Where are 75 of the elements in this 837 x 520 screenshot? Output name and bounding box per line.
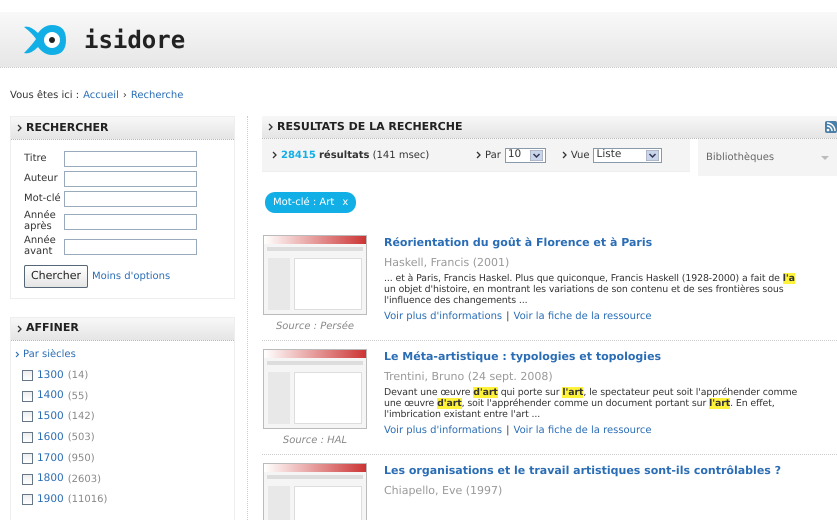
checkbox[interactable] — [22, 370, 33, 381]
breadcrumb-separator: › — [122, 88, 127, 102]
source-label: Source : HAL — [282, 434, 348, 448]
input-field[interactable] — [64, 214, 197, 230]
facet-link[interactable]: 1700 — [37, 450, 64, 466]
breadcrumb-link[interactable]: Recherche — [130, 88, 184, 102]
checkbox[interactable] — [22, 452, 33, 464]
facet-link[interactable]: 1500 — [37, 409, 64, 425]
search-button[interactable]: Chercher — [24, 265, 88, 288]
panel-title: RESULTATS DE LA RECHERCHE — [277, 118, 464, 135]
link-separator: | — [506, 310, 510, 324]
facet-link[interactable]: 1300 — [37, 368, 64, 384]
facet-link[interactable]: 1900 — [37, 492, 64, 508]
facet-link[interactable]: 1400 — [37, 388, 64, 404]
checkbox[interactable] — [22, 494, 33, 506]
chevron-icon — [17, 324, 22, 332]
select-label: Vue — [570, 148, 590, 162]
chevron-icon — [272, 151, 277, 159]
facet-count: (950) — [68, 452, 95, 466]
per-page-select[interactable]: 10 — [504, 148, 546, 162]
field-label: Auteur — [24, 174, 59, 184]
field-label: Mot-clé — [24, 194, 62, 204]
facet-count: (2603) — [68, 472, 101, 487]
input-field[interactable] — [64, 238, 197, 254]
dropdown-arrow-icon — [530, 150, 543, 160]
result-link[interactable]: Voir la fiche de la ressource — [514, 423, 652, 438]
dropdown-arrow-icon — [821, 156, 829, 160]
facet-count: (14) — [68, 368, 88, 383]
facet-count: (503) — [68, 431, 95, 446]
result-link[interactable]: Voir la fiche de la ressource — [514, 309, 652, 324]
facet-count: (11016) — [68, 493, 108, 508]
breadcrumb-link[interactable]: Accueil — [83, 88, 119, 102]
breadcrumb-label: Vous êtes ici : — [10, 88, 80, 102]
link-separator: | — [506, 424, 510, 438]
checkbox[interactable] — [22, 411, 33, 422]
facet-count: (142) — [68, 410, 95, 424]
dropdown-arrow-icon — [646, 150, 660, 160]
input-field[interactable] — [64, 171, 197, 187]
input-field[interactable] — [64, 151, 197, 167]
view-select[interactable]: Liste — [593, 148, 662, 162]
checkbox[interactable] — [22, 390, 33, 402]
libraries-dropdown[interactable]: Bibliothèques — [698, 139, 837, 176]
facet-link[interactable]: 1800 — [37, 471, 64, 487]
fish-logo-icon — [22, 22, 68, 56]
input-field[interactable] — [64, 191, 197, 207]
rss-icon — [825, 121, 837, 133]
chevron-icon — [15, 350, 19, 358]
checkbox[interactable] — [22, 432, 33, 444]
chevron-icon — [562, 151, 567, 159]
source-label: Source : Persée — [276, 320, 354, 334]
result-link[interactable]: Voir plus d'informations — [384, 423, 502, 438]
result-snippet: ... et à Paris, Francis Haskel. Plus que quiconque, Francis Haskell (1928-2000) a fait de l'a un objet d'histoire, en montrant les variations de son contenu et de ses frontières sous l'influence des changements ... — [384, 274, 795, 306]
facet-count: (55) — [68, 390, 88, 404]
result-title-link[interactable]: Les organisations et le travail artistiques sont-ils contrôlables ? — [384, 463, 782, 480]
result-author: Haskell, Francis (2001) — [384, 254, 510, 270]
field-label: Année avant — [24, 236, 57, 257]
field-label: Titre — [24, 154, 48, 164]
result-author: Trentini, Bruno (24 sept. 2008) — [384, 368, 554, 384]
result-title-link[interactable]: Réorientation du goût à Florence et à Paris — [384, 235, 795, 252]
facet-link[interactable]: 1600 — [37, 430, 64, 446]
result-count: 28415 résultats (141 msec) — [281, 148, 430, 162]
chevron-icon — [268, 123, 273, 131]
result-link[interactable]: Voir plus d'informations — [384, 309, 502, 324]
chevron-icon — [17, 124, 22, 132]
panel-title: RECHERCHER — [26, 120, 109, 136]
facet-group-link[interactable]: Par siècles — [23, 346, 76, 362]
logo-text: isidore — [84, 24, 186, 56]
options-link[interactable]: Moins d'options — [92, 268, 170, 284]
result-author: Chiapello, Eve (1997) — [384, 482, 504, 498]
panel-title: AFFINER — [26, 320, 79, 336]
field-label: Année après — [24, 211, 57, 232]
chevron-icon — [476, 151, 481, 159]
result-title-link[interactable]: Le Méta-artistique : typologies et topologies — [384, 349, 798, 366]
checkbox[interactable] — [22, 474, 33, 485]
select-label: Par — [485, 148, 501, 162]
